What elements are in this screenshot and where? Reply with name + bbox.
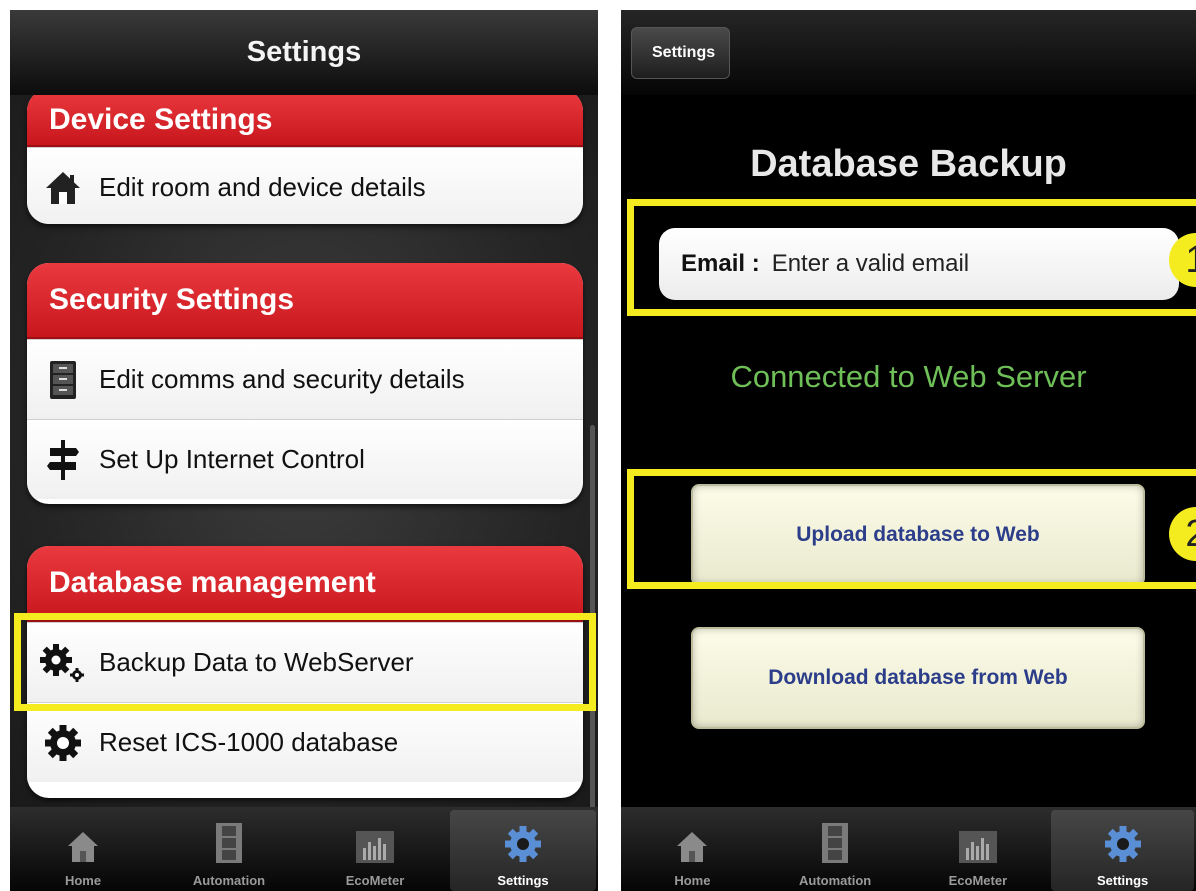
tab-settings[interactable]: Settings <box>450 810 596 891</box>
tab-label: Settings <box>497 873 549 888</box>
backup-content: Database Backup Email : Enter a valid em… <box>621 95 1196 808</box>
group-header: Security Settings <box>27 263 583 339</box>
tab-label: Automation <box>192 873 266 888</box>
tab-label: Home <box>64 873 102 888</box>
group-header: Database management <box>27 546 583 622</box>
tab-settings[interactable]: Settings <box>1051 810 1194 891</box>
tab-ecometer[interactable]: EcoMeter <box>907 807 1050 891</box>
home-icon <box>66 830 100 869</box>
tab-automation[interactable]: Automation <box>156 807 302 891</box>
back-button[interactable]: Settings <box>631 27 731 79</box>
settings-screen: Settings Device Settings Edit room and d… <box>10 10 598 891</box>
filing-cabinet-icon <box>27 360 99 400</box>
row-label: Reset ICS-1000 database <box>99 727 399 757</box>
tab-label: EcoMeter <box>948 873 1008 888</box>
back-button-label: Settings <box>652 44 716 61</box>
tab-automation[interactable]: Automation <box>764 807 907 891</box>
reset-database-row[interactable]: Reset ICS-1000 database <box>27 702 583 782</box>
gear-icon <box>27 723 99 763</box>
connection-status: Connected to Web Server <box>730 359 1087 394</box>
tab-label: Home <box>674 873 711 888</box>
backup-highlight-box <box>14 613 596 711</box>
tab-home[interactable]: Home <box>10 807 156 891</box>
row-label: Set Up Internet Control <box>99 444 365 474</box>
tab-label: Settings <box>1096 873 1149 888</box>
navigation-bar: Settings <box>621 10 1196 95</box>
group-header: Device Settings <box>27 95 583 147</box>
download-button[interactable]: Download database from Web <box>691 627 1145 729</box>
row-label: Edit room and device details <box>99 172 426 202</box>
database-backup-screen: Settings Database Backup Email : Enter a… <box>621 10 1196 891</box>
group-header-label: Database management <box>49 566 376 599</box>
row-label: Edit comms and security details <box>99 364 465 394</box>
navigation-bar: Settings <box>10 10 598 95</box>
internet-control-row[interactable]: Set Up Internet Control <box>27 419 583 499</box>
device-settings-group: Device Settings Edit room and device det… <box>27 95 583 224</box>
tab-bar: Home Automation EcoMeter Settings <box>621 807 1196 891</box>
tab-ecometer[interactable]: EcoMeter <box>302 807 448 891</box>
signpost-icon <box>27 438 99 482</box>
tab-bar: Home Automation EcoMeter Settings <box>10 807 598 891</box>
edit-comms-security-row[interactable]: Edit comms and security details <box>27 339 583 419</box>
page-title: Settings <box>246 36 362 68</box>
house-icon <box>27 170 99 206</box>
group-header-label: Device Settings <box>49 103 273 136</box>
bar-chart-icon <box>958 830 998 869</box>
edit-room-device-row[interactable]: Edit room and device details <box>27 147 583 224</box>
tab-home[interactable]: Home <box>621 807 764 891</box>
home-icon <box>675 830 709 869</box>
security-settings-group: Security Settings Edit comms and securit… <box>27 263 583 504</box>
film-icon <box>821 822 849 869</box>
upload-highlight-box <box>627 469 1196 589</box>
page-title: Database Backup <box>750 143 1067 185</box>
tab-label: Automation <box>799 873 872 888</box>
gear-icon <box>503 824 543 869</box>
tab-label: EcoMeter <box>345 873 405 888</box>
bar-chart-icon <box>355 830 395 869</box>
gear-icon <box>1103 824 1143 869</box>
film-icon <box>215 822 243 869</box>
group-header-label: Security Settings <box>49 283 295 316</box>
email-highlight-box <box>627 199 1196 316</box>
